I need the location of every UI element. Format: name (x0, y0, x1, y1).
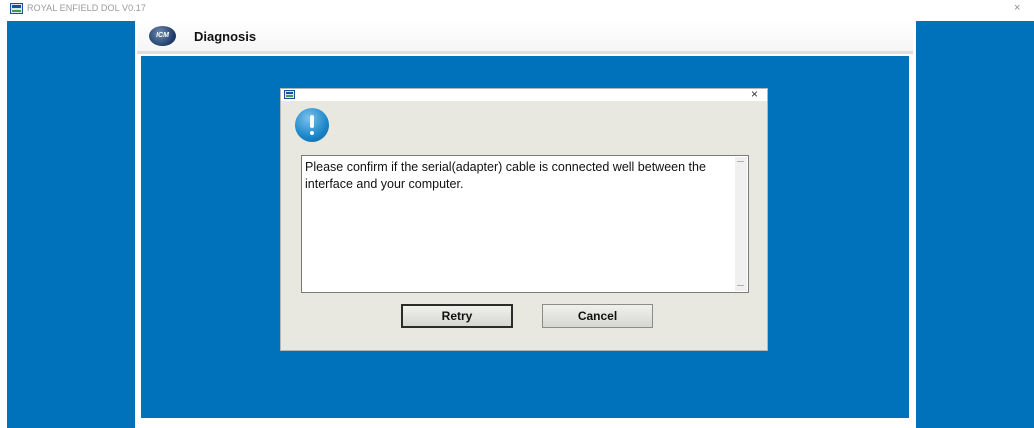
dialog-titlebar: × (281, 87, 767, 101)
window-close-icon[interactable]: × (1014, 2, 1020, 14)
right-side-panel (916, 21, 1034, 428)
app-titlebar: ROYAL ENFIELD DOL V0.17 × (0, 0, 1034, 19)
dialog-close-icon[interactable]: × (751, 87, 758, 101)
page-title: Diagnosis (194, 29, 257, 44)
scroll-down-arrow-icon[interactable] (737, 281, 744, 286)
icm-logo-icon: ICM (149, 26, 176, 46)
cancel-button[interactable]: Cancel (542, 304, 653, 328)
message-textbox[interactable]: Please confirm if the serial(adapter) ca… (301, 155, 749, 293)
exclamation-dot (310, 131, 314, 135)
page-header: ICM Diagnosis (137, 21, 913, 54)
message-text: Please confirm if the serial(adapter) ca… (305, 160, 706, 191)
app-title: ROYAL ENFIELD DOL V0.17 (27, 3, 147, 13)
retry-button[interactable]: Retry (401, 304, 513, 328)
app-logo-icon (10, 3, 23, 14)
exclamation-bar (310, 115, 314, 128)
info-exclamation-icon (295, 108, 329, 142)
scroll-up-arrow-icon[interactable] (737, 161, 744, 166)
message-dialog: × Please confirm if the serial(adapter) … (280, 87, 768, 351)
message-scrollbar[interactable] (735, 157, 747, 291)
dialog-logo-icon (284, 90, 295, 99)
left-side-panel (7, 21, 135, 428)
